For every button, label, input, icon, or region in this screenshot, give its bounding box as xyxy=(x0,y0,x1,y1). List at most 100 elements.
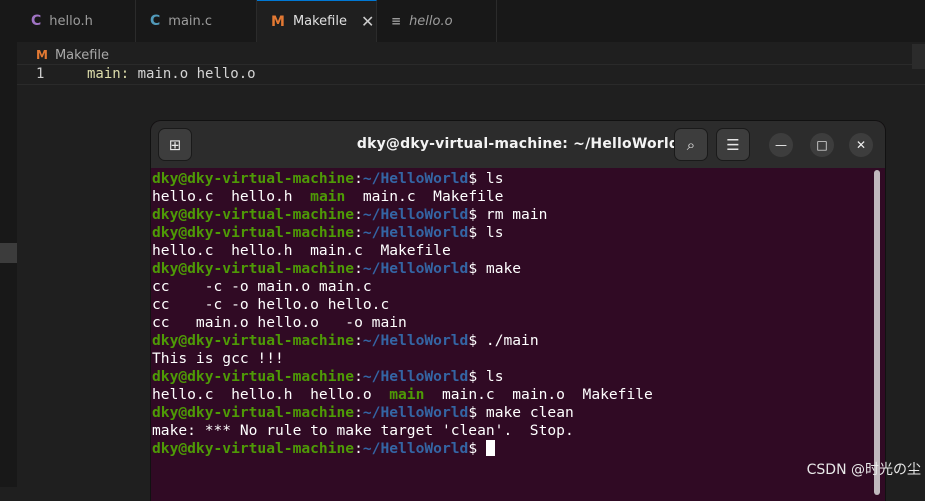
tab-label: hello.o xyxy=(409,13,453,29)
prompt-separator: : xyxy=(354,404,363,421)
minimize-button[interactable]: — xyxy=(769,133,793,157)
output-text: cc -c -o main.o main.c xyxy=(152,278,372,295)
tab-hello-h[interactable]: C hello.h xyxy=(17,0,136,42)
terminal-output-line: hello.c hello.h main main.c Makefile xyxy=(152,188,867,206)
make-target: main: xyxy=(87,66,130,82)
command-text: make xyxy=(477,260,522,277)
prompt-user: dky@dky-virtual-machine xyxy=(152,404,355,421)
editor-tab-bar: C hello.h C main.c M Makefile ✕ ≡ hello.… xyxy=(17,0,925,42)
terminal-command-line: dky@dky-virtual-machine:~/HelloWorld$ rm… xyxy=(152,206,867,224)
command-text: ./main xyxy=(477,332,539,349)
tab-label: Makefile xyxy=(292,14,347,29)
c-file-icon: C xyxy=(31,13,42,29)
output-text: This is gcc !!! xyxy=(152,350,284,367)
prompt-user: dky@dky-virtual-machine xyxy=(152,368,355,385)
prompt-separator: : xyxy=(354,224,363,241)
prompt-separator: : xyxy=(354,260,363,277)
executable-file-name: main xyxy=(389,386,425,403)
prompt-path: ~/HelloWorld xyxy=(362,368,469,385)
output-text: main.c Makefile xyxy=(345,188,504,205)
terminal-output-line: hello.c hello.h hello.o main main.c main… xyxy=(152,386,867,404)
prompt-path: ~/HelloWorld xyxy=(362,404,469,421)
tab-main-c[interactable]: C main.c xyxy=(136,0,257,42)
prompt-user: dky@dky-virtual-machine xyxy=(152,170,355,187)
prompt-symbol: $ xyxy=(468,170,478,187)
prompt-symbol: $ xyxy=(468,260,478,277)
maximize-button[interactable]: □ xyxy=(810,133,834,157)
output-text: make: *** No rule to make target 'clean'… xyxy=(152,422,574,439)
close-icon: ✕ xyxy=(855,138,867,152)
terminal-output-line: This is gcc !!! xyxy=(152,350,867,368)
output-text: cc main.o hello.o -o main xyxy=(152,314,407,331)
prompt-path: ~/HelloWorld xyxy=(362,224,469,241)
makefile-icon: M xyxy=(271,13,285,30)
prompt-symbol: $ xyxy=(468,440,478,457)
search-icon: ⌕ xyxy=(686,135,696,154)
terminal-command-line: dky@dky-virtual-machine:~/HelloWorld$ ma… xyxy=(152,260,867,278)
terminal-output-line: cc main.o hello.o -o main xyxy=(152,314,867,332)
command-text: rm main xyxy=(477,206,548,223)
terminal-command-line: dky@dky-virtual-machine:~/HelloWorld$ xyxy=(152,440,867,458)
tab-hello-o[interactable]: ≡ hello.o xyxy=(377,0,497,42)
prompt-separator: : xyxy=(354,170,363,187)
prompt-user: dky@dky-virtual-machine xyxy=(152,440,355,457)
prompt-user: dky@dky-virtual-machine xyxy=(152,206,355,223)
make-dependencies: main.o hello.o xyxy=(129,66,256,82)
new-tab-icon: ⊞ xyxy=(168,135,182,154)
terminal-command-line: dky@dky-virtual-machine:~/HelloWorld$ ls xyxy=(152,170,867,188)
executable-file-name: main xyxy=(310,188,346,205)
output-text: main.c main.o Makefile xyxy=(424,386,653,403)
terminal-command-line: dky@dky-virtual-machine:~/HelloWorld$ ma… xyxy=(152,404,867,422)
tab-label: hello.h xyxy=(49,13,93,29)
prompt-path: ~/HelloWorld xyxy=(362,206,469,223)
code-line[interactable]: main: main.o hello.o xyxy=(87,66,256,82)
prompt-path: ~/HelloWorld xyxy=(362,332,469,349)
watermark: CSDN @时光の尘 xyxy=(806,462,921,478)
prompt-user: dky@dky-virtual-machine xyxy=(152,260,355,277)
tab-label: main.c xyxy=(168,13,213,29)
editor-scrollbar[interactable] xyxy=(912,44,925,69)
minimize-icon: — xyxy=(775,138,787,152)
command-text: ls xyxy=(477,224,504,241)
output-text: hello.c hello.h xyxy=(152,188,311,205)
prompt-separator: : xyxy=(354,206,363,223)
terminal-output[interactable]: dky@dky-virtual-machine:~/HelloWorld$ ls… xyxy=(152,170,867,458)
terminal-command-line: dky@dky-virtual-machine:~/HelloWorld$ ls xyxy=(152,368,867,386)
prompt-separator: : xyxy=(354,440,363,457)
output-text: hello.c hello.h hello.o xyxy=(152,386,390,403)
terminal-command-line: dky@dky-virtual-machine:~/HelloWorld$ ls xyxy=(152,224,867,242)
tab-makefile[interactable]: M Makefile ✕ xyxy=(257,0,377,42)
makefile-icon: M xyxy=(36,48,48,62)
command-text: ls xyxy=(477,368,504,385)
new-tab-button[interactable]: ⊞ xyxy=(158,128,192,161)
prompt-path: ~/HelloWorld xyxy=(362,440,469,457)
breadcrumb[interactable]: M Makefile xyxy=(36,45,109,65)
menu-icon: ☰ xyxy=(726,135,740,154)
prompt-separator: : xyxy=(354,368,363,385)
terminal-output-line: hello.c hello.h main.c Makefile xyxy=(152,242,867,260)
maximize-icon: □ xyxy=(816,138,828,152)
text-file-icon: ≡ xyxy=(391,14,402,28)
output-text: cc -c -o hello.o hello.c xyxy=(152,296,390,313)
menu-button[interactable]: ☰ xyxy=(716,128,750,161)
close-button[interactable]: ✕ xyxy=(849,133,873,157)
prompt-symbol: $ xyxy=(468,332,478,349)
prompt-separator: : xyxy=(354,332,363,349)
close-icon[interactable]: ✕ xyxy=(361,13,374,30)
terminal-output-line: cc -c -o main.o main.c xyxy=(152,278,867,296)
terminal-window: dky@dky-virtual-machine: ~/HelloWorld ⊞ … xyxy=(151,121,885,501)
prompt-symbol: $ xyxy=(468,224,478,241)
prompt-symbol: $ xyxy=(468,206,478,223)
terminal-output-line: cc -c -o hello.o hello.c xyxy=(152,296,867,314)
output-text: hello.c hello.h main.c Makefile xyxy=(152,242,451,259)
prompt-path: ~/HelloWorld xyxy=(362,260,469,277)
command-text: ls xyxy=(477,170,504,187)
terminal-scrollbar[interactable] xyxy=(874,170,880,495)
terminal-cursor xyxy=(485,440,495,456)
prompt-path: ~/HelloWorld xyxy=(362,170,469,187)
terminal-output-line: make: *** No rule to make target 'clean'… xyxy=(152,422,867,440)
terminal-titlebar[interactable]: dky@dky-virtual-machine: ~/HelloWorld ⊞ … xyxy=(151,121,885,168)
command-text: make clean xyxy=(477,404,574,421)
search-button[interactable]: ⌕ xyxy=(674,128,708,161)
activity-bar-indicator xyxy=(0,243,17,263)
